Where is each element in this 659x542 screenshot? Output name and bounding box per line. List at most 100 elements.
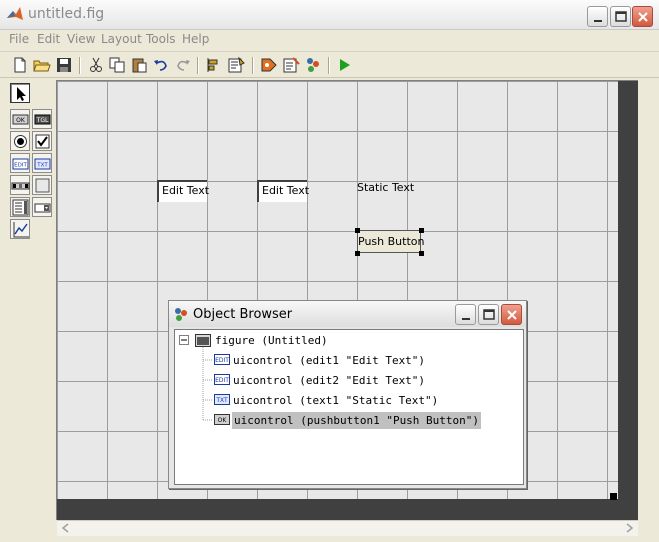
scroll-left-icon[interactable] — [60, 521, 72, 535]
mfile-editor-icon[interactable] — [282, 56, 300, 74]
toggle-button-tool-button[interactable]: TGL — [32, 109, 52, 129]
edit-text-tool-button[interactable]: EDIT — [10, 153, 30, 173]
push-button-tool-icon: OK — [12, 114, 29, 125]
horizontal-scrollbar[interactable] — [57, 520, 638, 536]
ob-minimize-button[interactable] — [455, 304, 476, 325]
ob-maximize-button[interactable] — [478, 304, 499, 325]
property-inspector-icon[interactable] — [304, 56, 322, 74]
tree-item-figure[interactable]: figure (Untitled) — [215, 332, 328, 349]
frame-tool-icon — [35, 178, 50, 193]
axes-tool-button[interactable] — [10, 219, 30, 239]
menu-help[interactable]: Help — [182, 32, 209, 46]
run-icon[interactable] — [336, 56, 354, 74]
maximize-icon — [483, 309, 495, 320]
object-browser-title-bar: Object Browser — [169, 301, 526, 327]
minimize-icon — [462, 318, 470, 320]
canvas-edit-text-2[interactable]: Edit Text — [257, 180, 309, 202]
selection-handle[interactable] — [355, 251, 360, 256]
popup-menu-tool-button[interactable] — [32, 197, 52, 217]
static-text-icon: TXT — [214, 394, 230, 405]
maximize-button[interactable] — [610, 6, 631, 27]
slider-tool-icon — [11, 182, 30, 190]
title-bar: untitled.fig — [0, 0, 659, 30]
close-icon — [507, 310, 517, 320]
open-folder-icon[interactable] — [33, 56, 51, 74]
object-tree[interactable]: figure (Untitled) EDIT uicontrol (edit1 … — [174, 329, 524, 485]
matlab-logo-icon — [7, 7, 23, 20]
menu-layout[interactable]: Layout — [101, 32, 142, 46]
figure-icon — [195, 334, 211, 347]
static-text-tool-icon: TXT — [34, 158, 51, 170]
slider-tool-button[interactable] — [10, 175, 30, 195]
ob-close-button[interactable] — [501, 304, 522, 325]
tab-order-icon[interactable] — [260, 56, 278, 74]
tree-item-edit2[interactable]: uicontrol (edit2 "Edit Text") — [233, 372, 425, 389]
svg-text:OK: OK — [218, 417, 228, 424]
selection-handle[interactable] — [419, 228, 424, 233]
svg-text:TXT: TXT — [215, 397, 228, 404]
canvas-border-bottom — [57, 499, 638, 520]
close-button[interactable] — [632, 6, 653, 27]
toolbar — [0, 51, 659, 78]
canvas-push-button[interactable]: Push Button — [357, 230, 424, 253]
selection-handle[interactable] — [355, 228, 360, 233]
paste-icon[interactable] — [130, 56, 148, 74]
window-title: untitled.fig — [28, 6, 105, 22]
edit-text-icon: EDIT — [214, 354, 230, 365]
selection-handle[interactable] — [419, 251, 424, 256]
edit-text-icon: EDIT — [214, 374, 230, 385]
radio-button-tool-icon — [14, 135, 27, 148]
toggle-button-tool-icon: TGL — [34, 114, 51, 125]
svg-text:TGL: TGL — [36, 117, 49, 124]
axes-tool-icon — [13, 222, 29, 238]
object-browser-icon — [175, 308, 187, 321]
listbox-tool-button[interactable] — [10, 197, 30, 217]
canvas-static-text[interactable]: Static Text — [357, 181, 414, 194]
tree-item-edit1[interactable]: uicontrol (edit1 "Edit Text") — [233, 352, 425, 369]
object-browser-title: Object Browser — [193, 307, 293, 322]
radio-button-tool-button[interactable] — [10, 131, 30, 151]
collapse-icon[interactable] — [179, 335, 190, 346]
tree-item-pushbutton1[interactable]: uicontrol (pushbutton1 "Push Button") — [232, 412, 482, 429]
static-text-tool-button[interactable]: TXT — [32, 153, 52, 173]
svg-text:EDIT: EDIT — [14, 163, 27, 169]
select-tool-icon — [17, 87, 26, 101]
copy-icon[interactable] — [108, 56, 126, 74]
push-button-tool-button[interactable]: OK — [10, 109, 30, 129]
svg-text:EDIT: EDIT — [215, 377, 229, 384]
canvas-border-right — [618, 81, 638, 499]
align-icon[interactable] — [205, 56, 223, 74]
menu-tools[interactable]: Tools — [146, 32, 176, 46]
menu-editor-icon[interactable] — [227, 56, 245, 74]
toolbar-separator — [328, 57, 330, 74]
checkbox-tool-icon — [35, 134, 50, 149]
component-palette: OK TGL EDIT TXT — [5, 81, 56, 481]
listbox-tool-icon — [12, 199, 29, 216]
menu-view[interactable]: View — [67, 32, 95, 46]
push-button-icon: OK — [214, 414, 230, 425]
tree-item-text1[interactable]: uicontrol (text1 "Static Text") — [233, 392, 438, 409]
minimize-icon — [594, 20, 602, 22]
menu-bar: File Edit View Layout Tools Help — [0, 30, 659, 50]
checkbox-tool-button[interactable] — [32, 131, 52, 151]
minimize-button[interactable] — [587, 6, 608, 27]
svg-text:OK: OK — [16, 117, 26, 124]
canvas-edit-text-1[interactable]: Edit Text — [157, 180, 209, 202]
select-tool-button[interactable] — [10, 83, 30, 103]
undo-icon[interactable] — [152, 56, 170, 74]
cut-icon[interactable] — [87, 56, 105, 74]
scroll-right-icon[interactable] — [623, 521, 635, 535]
edit-text-tool-icon: EDIT — [12, 158, 29, 170]
menu-file[interactable]: File — [9, 32, 29, 46]
menu-edit[interactable]: Edit — [37, 32, 60, 46]
figure-resize-handle[interactable] — [610, 493, 617, 500]
popup-menu-tool-icon — [34, 203, 51, 213]
toolbar-separator — [197, 57, 199, 74]
save-icon[interactable] — [55, 56, 73, 74]
redo-icon[interactable] — [174, 56, 192, 74]
toolbar-separator — [79, 57, 81, 74]
svg-text:TXT: TXT — [36, 163, 48, 169]
frame-tool-button[interactable] — [32, 175, 52, 195]
toolbar-separator — [252, 57, 254, 74]
new-file-icon[interactable] — [11, 56, 29, 74]
